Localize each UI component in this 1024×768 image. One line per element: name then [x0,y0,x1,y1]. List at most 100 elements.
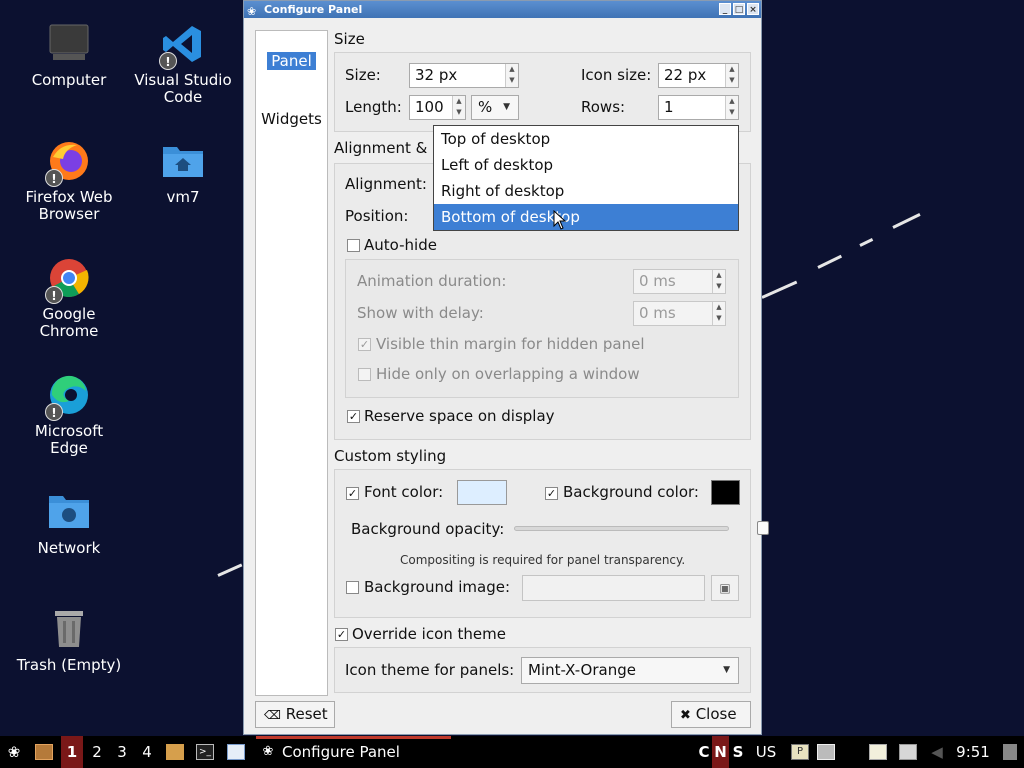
overlap-checkbox[interactable] [358,368,371,381]
trash-icon [47,607,91,651]
show-desktop-icon[interactable] [1003,744,1017,760]
spin-arrows-icon[interactable]: ▲ ▼ [505,64,518,87]
reserve-space-label: Reserve space on display [364,407,555,425]
minimize-button[interactable]: _ [719,3,731,15]
position-option-top[interactable]: Top of desktop [434,126,738,152]
workspace-2[interactable]: 2 [87,736,107,768]
desktop-icon-firefox[interactable]: ! Firefox Web Browser [14,139,124,223]
workspace-3[interactable]: 3 [112,736,132,768]
desktop-icon-computer[interactable]: Computer [14,22,124,89]
workspace-1[interactable]: 1 [61,736,83,768]
desktop-icon-trash[interactable]: Trash (Empty) [14,607,124,674]
alignment-heading: Alignment & p [334,139,442,157]
spin-arrows-icon[interactable]: ▲ ▼ [712,302,725,325]
spin-arrows-icon[interactable]: ▲ ▼ [725,96,738,119]
position-option-left[interactable]: Left of desktop [434,152,738,178]
spin-arrows-icon[interactable]: ▲ ▼ [452,96,465,119]
size-spinbox[interactable]: 32 px ▲ ▼ [409,63,519,88]
alignment-label: Alignment: [345,175,427,193]
desktop-icon-vm7[interactable]: vm7 [128,139,238,206]
warning-icon: ! [159,52,177,70]
thin-margin-checkbox[interactable]: ✓ [358,338,371,351]
background-image-label: Background image: [364,578,511,596]
browse-image-icon[interactable]: ▣ [711,575,739,601]
compositing-note: Compositing is required for panel transp… [400,553,686,567]
monitor-icon [47,22,91,66]
show-delay-spinbox[interactable]: 0 ms ▲ ▼ [633,301,726,326]
file-manager-icon[interactable] [35,744,53,760]
desktop-icon-label: Microsoft Edge [34,422,104,457]
edge-icon: ! [45,373,91,421]
size-heading: Size [334,30,365,48]
overlap-label: Hide only on overlapping a window [376,365,640,383]
position-dropdown-list: Top of desktop Left of desktop Right of … [433,125,739,231]
main-menu-icon[interactable]: ❀ [4,736,24,768]
close-button[interactable]: ✖ Close [671,701,751,728]
close-window-button[interactable]: × [747,3,759,15]
spin-arrows-icon[interactable]: ▲ ▼ [712,270,725,293]
tab-widgets[interactable]: Widgets [256,110,327,128]
tab-panel[interactable]: Panel [256,52,327,70]
rows-label: Rows: [581,98,626,116]
autohide-label: Auto-hide [364,236,437,254]
task-configure-panel[interactable]: Configure Panel [282,736,400,768]
warning-icon: ! [45,286,63,304]
workspace-4[interactable]: 4 [137,736,157,768]
position-option-bottom[interactable]: Bottom of desktop [434,204,738,230]
spin-arrows-icon[interactable]: ▲ ▼ [725,64,738,87]
mouse-pointer-icon [553,209,567,234]
text-editor-icon[interactable] [227,744,245,760]
thin-margin-label: Visible thin margin for hidden panel [376,335,645,353]
animation-duration-label: Animation duration: [357,272,507,290]
app-icon: ❀ [247,5,257,18]
removable-media-icon[interactable] [899,744,917,760]
configure-panel-window: ❀ Configure Panel _ □ × Panel Widgets Si… [243,0,769,735]
background-color-swatch[interactable] [711,480,740,505]
folder-icon[interactable] [166,744,184,760]
clipboard-icon[interactable]: P [791,744,809,760]
font-color-checkbox[interactable]: ✓ [346,487,359,500]
desktop-icon-vscode[interactable]: ! Visual Studio Code [128,22,238,106]
opacity-slider-track[interactable] [514,526,729,531]
length-spinbox[interactable]: 100 ▲ ▼ [409,95,466,120]
background-image-input[interactable] [522,575,705,601]
autohide-checkbox[interactable] [347,239,360,252]
scroll-lock-indicator: S [732,743,744,761]
volume-icon[interactable]: ◀ [928,736,946,768]
keyboard-layout[interactable]: US [754,736,778,768]
font-color-swatch[interactable] [457,480,507,505]
icon-size-label: Icon size: [581,66,652,84]
opacity-slider-handle[interactable] [757,521,769,535]
animation-duration-spinbox[interactable]: 0 ms ▲ ▼ [633,269,726,294]
chevron-down-icon: ▼ [723,665,730,675]
override-icon-theme-checkbox[interactable]: ✓ [335,628,348,641]
clock[interactable]: 9:51 [953,736,993,768]
notes-icon[interactable] [869,744,887,760]
desktop-icon-label: Firefox Web Browser [25,188,113,223]
terminal-icon[interactable]: >_ [196,744,214,760]
network-status-icon[interactable] [817,744,835,760]
background-image-checkbox[interactable] [346,581,359,594]
length-unit-select[interactable]: % ▼ [471,95,519,120]
size-label: Size: [345,66,381,84]
caps-lock-indicator: C [698,743,710,761]
icon-theme-select[interactable]: Mint-X-Orange ▼ [521,657,739,684]
maximize-button[interactable]: □ [733,3,745,15]
reset-button[interactable]: ⌫ Reset [255,701,335,728]
rows-spinbox[interactable]: 1 ▲ ▼ [658,95,739,120]
chrome-icon: ! [45,256,91,304]
position-label: Position: [345,207,409,225]
warning-icon: ! [45,169,63,187]
close-icon: ✖ [680,708,691,723]
desktop-icon-chrome[interactable]: ! Google Chrome [14,256,124,340]
background-color-checkbox[interactable]: ✓ [545,487,558,500]
reserve-space-checkbox[interactable]: ✓ [347,410,360,423]
window-titlebar[interactable]: ❀ Configure Panel _ □ × [244,1,761,18]
icon-size-spinbox[interactable]: 22 px ▲ ▼ [658,63,739,88]
position-option-right[interactable]: Right of desktop [434,178,738,204]
vscode-icon: ! [159,22,205,70]
desktop-icon-label: Visual Studio Code [134,71,232,106]
desktop-icon-network[interactable]: Network [14,490,124,557]
tab-list: Panel Widgets [255,30,328,696]
desktop-icon-edge[interactable]: ! Microsoft Edge [14,373,124,457]
